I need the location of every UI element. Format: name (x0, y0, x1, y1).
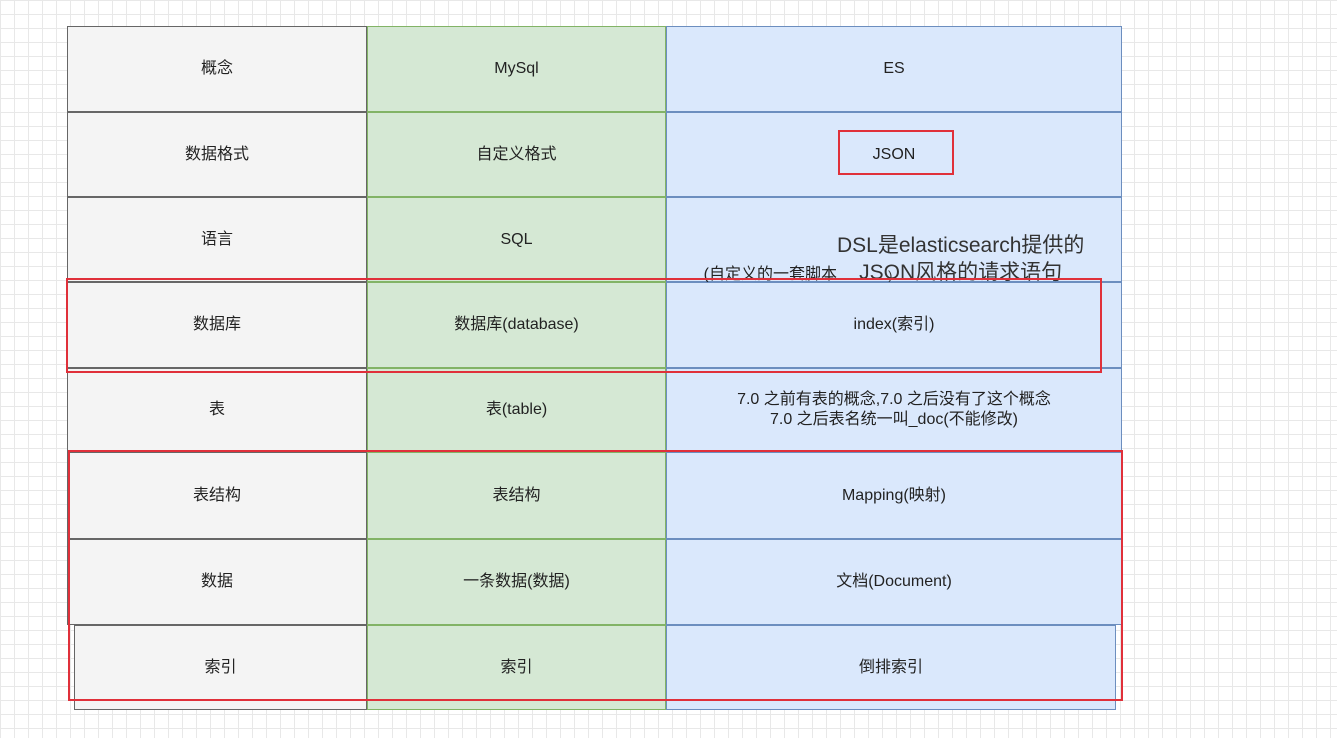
mysql-label: 表(table) (485, 401, 548, 418)
es-label: 文档(Document) (836, 573, 952, 590)
es-cell-format: JSON (666, 112, 1122, 197)
concept-cell-table: 表 (67, 368, 367, 452)
concept-label: 索引 (204, 658, 237, 676)
es-cell-data: 文档(Document) (666, 539, 1122, 625)
es-label: 7.0 之前有表的概念,7.0 之后没有了这个概念 7.0 之后表名统一叫_do… (737, 391, 1051, 428)
mysql-label: SQL (500, 230, 533, 248)
header-es-cell: ES (666, 26, 1122, 112)
es-cell-language: (自定义的一套脚本DSL是elasticsearch提供的 JSON风格的请求语… (666, 197, 1122, 284)
header-mysql-label: MySql (494, 60, 539, 77)
es-cell-structure: Mapping(映射) (666, 452, 1122, 539)
concept-cell-database: 数据库 (67, 282, 367, 368)
concept-label: 数据 (200, 573, 233, 590)
es-cell-table: 7.0 之前有表的概念,7.0 之后没有了这个概念 7.0 之后表名统一叫_do… (666, 368, 1122, 452)
header-concept-label: 概念 (200, 60, 233, 77)
concept-label: 数据库 (192, 316, 241, 333)
concept-cell-format: 数据格式 (67, 112, 367, 197)
es-label: 倒排索引 (858, 658, 923, 676)
mysql-cell-database: 数据库(database) (367, 282, 666, 368)
concept-label: 表 (208, 401, 225, 418)
es-cell-index: 倒排索引 (666, 625, 1116, 710)
mysql-cell-data: 一条数据(数据) (367, 539, 666, 625)
es-dsl-suffix: ) (888, 268, 893, 283)
concept-cell-data: 数据 (67, 539, 367, 625)
mysql-label: 自定义格式 (476, 145, 557, 163)
concept-cell-structure: 表结构 (67, 452, 367, 539)
es-label: JSON (872, 145, 916, 163)
es-cell-database: index(索引) (666, 282, 1122, 368)
es-dsl-description: DSL是elasticsearch提供的 JSON风格的请求语句 (836, 234, 1085, 284)
concept-label: 语言 (200, 230, 233, 248)
mysql-cell-table: 表(table) (367, 368, 666, 452)
header-es-label: ES (883, 60, 905, 77)
mysql-label: 数据库(database) (454, 316, 579, 333)
mysql-label: 表结构 (492, 486, 541, 504)
concept-cell-language: 语言 (67, 197, 367, 282)
concept-label: 表结构 (192, 486, 241, 504)
mysql-label: 一条数据(数据) (463, 573, 570, 590)
concept-label: 数据格式 (184, 145, 249, 163)
mysql-cell-language: SQL (367, 197, 666, 282)
mysql-label: 索引 (500, 658, 533, 676)
concept-cell-index: 索引 (74, 625, 367, 710)
es-label: Mapping(映射) (841, 486, 947, 504)
header-mysql-cell: MySql (367, 26, 666, 112)
mysql-cell-format: 自定义格式 (367, 112, 666, 197)
es-label: index(索引) (853, 316, 935, 333)
header-concept-cell: 概念 (67, 26, 367, 112)
mysql-cell-structure: 表结构 (367, 452, 666, 539)
mysql-cell-index: 索引 (367, 625, 666, 710)
